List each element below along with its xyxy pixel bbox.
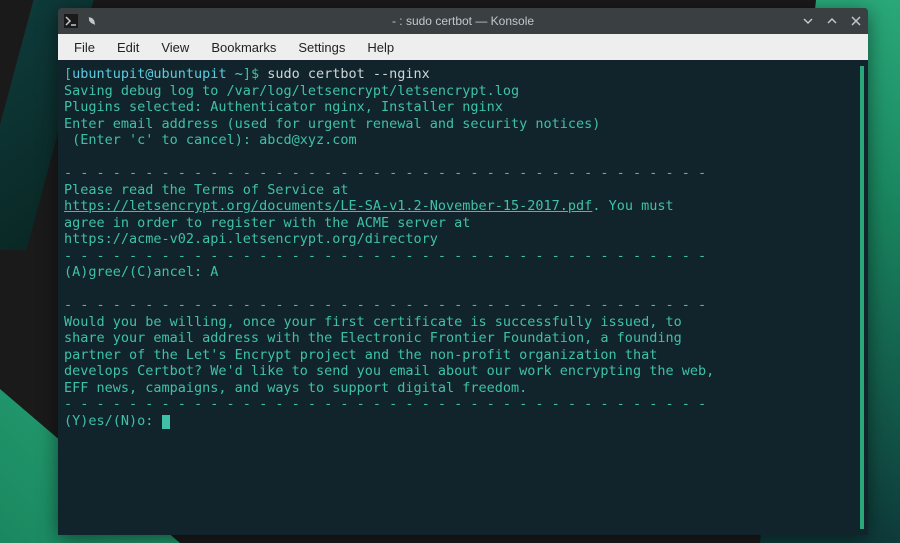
app-icon: [64, 14, 78, 28]
terminal-line: Saving debug log to /var/log/letsencrypt…: [64, 83, 519, 99]
terminal-area[interactable]: [ubuntupit@ubuntupit ~]$ sudo certbot --…: [58, 60, 868, 535]
cursor: [162, 415, 170, 429]
titlebar: - : sudo certbot — Konsole: [58, 8, 868, 34]
terminal-line: Please read the Terms of Service at: [64, 182, 348, 198]
terminal-line: Would you be willing, once your first ce…: [64, 314, 682, 330]
terminal-dashes: - - - - - - - - - - - - - - - - - - - - …: [64, 248, 706, 264]
window-title: - : sudo certbot — Konsole: [392, 14, 534, 28]
tos-link[interactable]: https://letsencrypt.org/documents/LE-SA-…: [64, 198, 592, 214]
terminal-dashes: - - - - - - - - - - - - - - - - - - - - …: [64, 297, 706, 313]
terminal-line: agree in order to register with the ACME…: [64, 215, 470, 231]
prompt-user: ubuntupit@ubuntupit ~: [72, 66, 243, 82]
terminal-dashes: - - - - - - - - - - - - - - - - - - - - …: [64, 396, 706, 412]
konsole-window: - : sudo certbot — Konsole File Edit Vie…: [58, 8, 868, 535]
pin-icon[interactable]: [86, 15, 98, 27]
terminal-line: https://acme-v02.api.letsencrypt.org/dir…: [64, 231, 438, 247]
terminal-line: (Enter 'c' to cancel): abcd@xyz.com: [64, 132, 357, 148]
maximize-icon[interactable]: [826, 15, 838, 27]
terminal-line: share your email address with the Electr…: [64, 330, 682, 346]
menu-bookmarks[interactable]: Bookmarks: [201, 37, 286, 58]
terminal-line: (Y)es/(N)o:: [64, 413, 162, 429]
menu-edit[interactable]: Edit: [107, 37, 149, 58]
terminal-line: develops Certbot? We'd like to send you …: [64, 363, 714, 379]
terminal-line: EFF news, campaigns, and ways to support…: [64, 380, 527, 396]
terminal-line: partner of the Let's Encrypt project and…: [64, 347, 657, 363]
terminal-line: (A)gree/(C)ancel: A: [64, 264, 218, 280]
prompt-command: sudo certbot --nginx: [267, 66, 430, 82]
terminal-line: . You must: [592, 198, 673, 214]
menu-settings[interactable]: Settings: [288, 37, 355, 58]
prompt-bracket: [: [64, 66, 72, 82]
prompt-bracket: ]$: [243, 66, 267, 82]
close-icon[interactable]: [850, 15, 862, 27]
menu-help[interactable]: Help: [357, 37, 404, 58]
menubar: File Edit View Bookmarks Settings Help: [58, 34, 868, 60]
minimize-icon[interactable]: [802, 15, 814, 27]
menu-file[interactable]: File: [64, 37, 105, 58]
terminal-dashes: - - - - - - - - - - - - - - - - - - - - …: [64, 165, 706, 181]
terminal-line: Enter email address (used for urgent ren…: [64, 116, 600, 132]
terminal-line: Plugins selected: Authenticator nginx, I…: [64, 99, 503, 115]
menu-view[interactable]: View: [151, 37, 199, 58]
